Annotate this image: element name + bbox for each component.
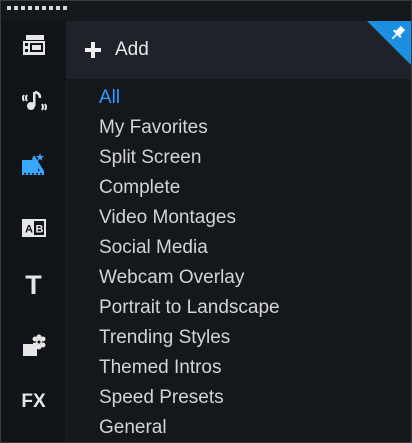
drag-grip[interactable] <box>7 6 87 12</box>
category-list-panel: All My Favorites Split Screen Complete Video… <box>67 79 411 442</box>
instant-project-button[interactable] <box>1 140 66 188</box>
music-notes-icon <box>21 90 47 111</box>
category-item-speed-presets[interactable]: Speed Presets <box>67 383 411 413</box>
effects-fx-icon: FX <box>21 391 46 412</box>
add-button-label: Add <box>115 39 149 60</box>
graphics-button[interactable] <box>1 322 66 370</box>
audio-button[interactable] <box>1 77 66 125</box>
category-item-complete[interactable]: Complete <box>67 173 411 203</box>
text-t-icon: T <box>25 269 42 300</box>
category-list: All My Favorites Split Screen Complete Video… <box>67 83 411 443</box>
plus-icon <box>85 42 101 58</box>
category-item-themed-intros[interactable]: Themed Intros <box>67 353 411 383</box>
category-item-portrait-to-landscape[interactable]: Portrait to Landscape <box>67 293 411 323</box>
title-button[interactable]: A B <box>1 204 66 252</box>
category-item-video-montages[interactable]: Video Montages <box>67 203 411 233</box>
category-item-general[interactable]: General <box>67 413 411 443</box>
side-rail: A B T FX <box>1 21 67 442</box>
category-item-webcam-overlay[interactable]: Webcam Overlay <box>67 263 411 293</box>
media-library-icon <box>22 35 45 55</box>
category-item-split-screen[interactable]: Split Screen <box>67 143 411 173</box>
svg-text:B: B <box>35 224 43 236</box>
title-ab-icon: A B <box>21 219 46 237</box>
media-library-button[interactable] <box>1 21 66 69</box>
svg-text:A: A <box>25 224 33 236</box>
category-item-social-media[interactable]: Social Media <box>67 233 411 263</box>
category-item-trending-styles[interactable]: Trending Styles <box>67 323 411 353</box>
category-item-all[interactable]: All <box>67 83 411 113</box>
pin-icon[interactable] <box>389 24 407 42</box>
category-item-my-favorites[interactable]: My Favorites <box>67 113 411 143</box>
instant-project-icon <box>21 153 44 175</box>
effects-button[interactable]: FX <box>1 378 66 426</box>
library-toolbar: Add <box>67 21 411 79</box>
add-button[interactable]: Add <box>85 35 149 65</box>
text-button[interactable]: T <box>1 261 66 309</box>
graphics-icon <box>22 334 45 356</box>
library-panel: A B T FX Add All My Favorites Split Scre… <box>0 0 412 443</box>
